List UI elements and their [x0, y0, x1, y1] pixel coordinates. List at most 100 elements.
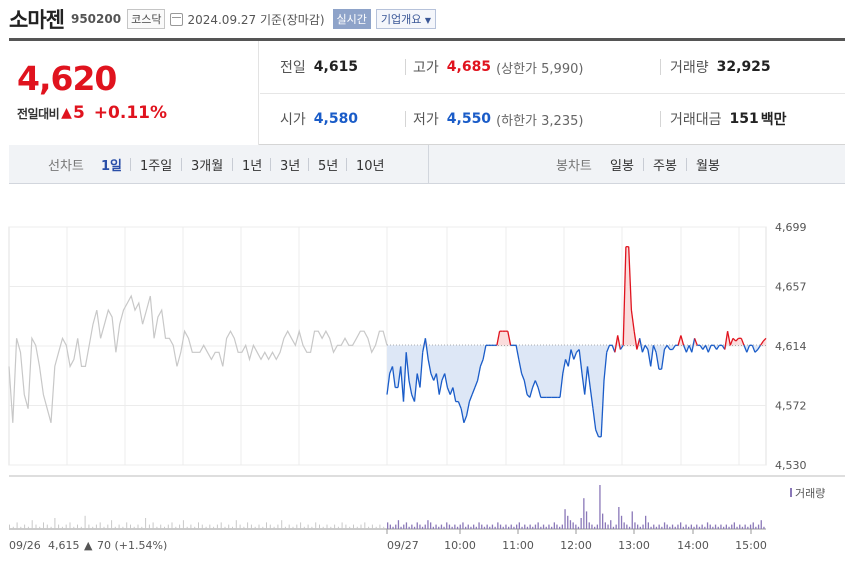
volume-bar [12, 526, 14, 529]
line-chart-label: 선차트 [48, 159, 84, 174]
volume-bar [337, 526, 339, 529]
tab-3y[interactable]: 3년 [280, 145, 300, 184]
high-cell: 고가 4,685 (상한가 5,990) [413, 41, 583, 93]
volume-bar [561, 524, 563, 529]
volume-bar [532, 526, 534, 529]
volume-bar [114, 526, 116, 529]
volume-bar [228, 524, 230, 529]
x-tick-label: 13:00 [618, 539, 650, 552]
realtime-button[interactable]: 실시간 [332, 9, 371, 29]
volume-bar [198, 522, 199, 529]
volume-bar [254, 526, 256, 529]
volume-bar [220, 522, 222, 529]
volume-bar [371, 524, 373, 529]
high-label: 고가 [413, 60, 439, 76]
volume-bar [475, 526, 477, 529]
tab-weekly-candle[interactable]: 주봉 [653, 145, 677, 184]
volume-bar [9, 524, 10, 529]
trade-value-cell: 거래대금 151 백만 [670, 93, 787, 145]
volume-bar [88, 524, 90, 529]
price-change: 전일대비 ▲ 5 +0.11% [17, 103, 167, 123]
volume-bar [521, 526, 523, 529]
volume-bar [389, 524, 391, 529]
trade-value-label: 거래대금 [670, 112, 722, 128]
volume-bar [300, 522, 302, 529]
volume-bar [456, 526, 459, 529]
volume-bar [497, 522, 499, 529]
volume-bar [330, 526, 332, 529]
volume-bar [262, 526, 264, 529]
tab-1y[interactable]: 1년 [242, 145, 262, 184]
volume-bar [760, 520, 762, 529]
company-overview-dropdown[interactable]: 기업개요 ▼ [375, 9, 437, 29]
volume-bar [224, 526, 226, 529]
x-tick-label: 12:00 [560, 539, 592, 552]
volume-bar [368, 526, 370, 529]
volume-bar [661, 526, 663, 529]
date-text: 2024.09.27 기준(장마감) [187, 12, 325, 27]
y-tick-label: 4,699 [775, 221, 807, 234]
volume-bar [156, 526, 158, 529]
volume-bar [701, 524, 703, 529]
volume-bar [451, 526, 453, 529]
lower-limit: (하한가 3,235) [496, 113, 584, 129]
volume-bar [663, 522, 666, 529]
volume-bar [435, 524, 437, 529]
volume-bar [311, 526, 313, 529]
volume-bar [160, 524, 162, 529]
tab-daily-candle[interactable]: 일봉 [610, 145, 634, 184]
volume-bar [473, 524, 475, 529]
divider [660, 59, 661, 75]
volume-bars: 거래량 [9, 485, 825, 529]
volume-bar [413, 526, 416, 529]
high-value: 4,685 [446, 59, 492, 75]
volume-bar [736, 526, 738, 529]
divider [232, 158, 233, 171]
volume-bar [618, 507, 620, 529]
volume-bar [395, 524, 397, 529]
intraday-price-chart[interactable]: 4,699 4,657 4,614 4,572 4,530 거래량 09/26 4,615… [0, 184, 845, 576]
y-tick-label: 4,657 [775, 281, 807, 294]
prev-change-text: 70 (+1.54%) [97, 539, 167, 552]
volume-bar [43, 522, 44, 529]
low-value: 4,550 [446, 111, 492, 127]
volume-bar [599, 485, 601, 529]
volume-bar [411, 524, 413, 529]
tab-10y[interactable]: 10년 [356, 145, 385, 184]
volume-bar [92, 526, 94, 529]
volume-bar [706, 522, 709, 529]
tab-3m[interactable]: 3개월 [191, 145, 223, 184]
tab-5y[interactable]: 5년 [318, 145, 338, 184]
volume-bar [763, 526, 765, 529]
volume-bar [243, 526, 245, 529]
volume-bar [526, 526, 529, 529]
volume-bar [467, 524, 469, 529]
tab-1d[interactable]: 1일 [101, 145, 122, 184]
volume-bar [634, 522, 636, 529]
tab-1w[interactable]: 1주일 [140, 145, 172, 184]
volume-bar [698, 526, 701, 529]
volume-bar [379, 524, 381, 529]
volume-bar [723, 526, 725, 529]
volume-bar [360, 524, 362, 529]
prev-close-label: 전일 [280, 60, 306, 76]
candle-chart-label: 봉차트 [556, 159, 592, 174]
volume-bar [432, 526, 434, 529]
volume-bar [266, 522, 267, 529]
volume-bar [258, 524, 260, 529]
volume-bar [615, 524, 617, 529]
volume-bar [353, 524, 354, 529]
volume-bar [99, 522, 101, 529]
volume-bar [375, 526, 377, 529]
stock-name: 소마젠 [9, 8, 65, 32]
volume-bar [69, 522, 71, 529]
volume-bar [443, 526, 445, 529]
tab-monthly-candle[interactable]: 월봉 [696, 145, 720, 184]
volume-bar [326, 524, 328, 529]
volume-bar [186, 526, 188, 529]
prev-close-text: 4,615 [48, 539, 80, 552]
volume-bar [542, 524, 545, 529]
volume-bar [419, 524, 421, 529]
volume-bar [148, 524, 150, 529]
volume-bar [677, 524, 679, 529]
